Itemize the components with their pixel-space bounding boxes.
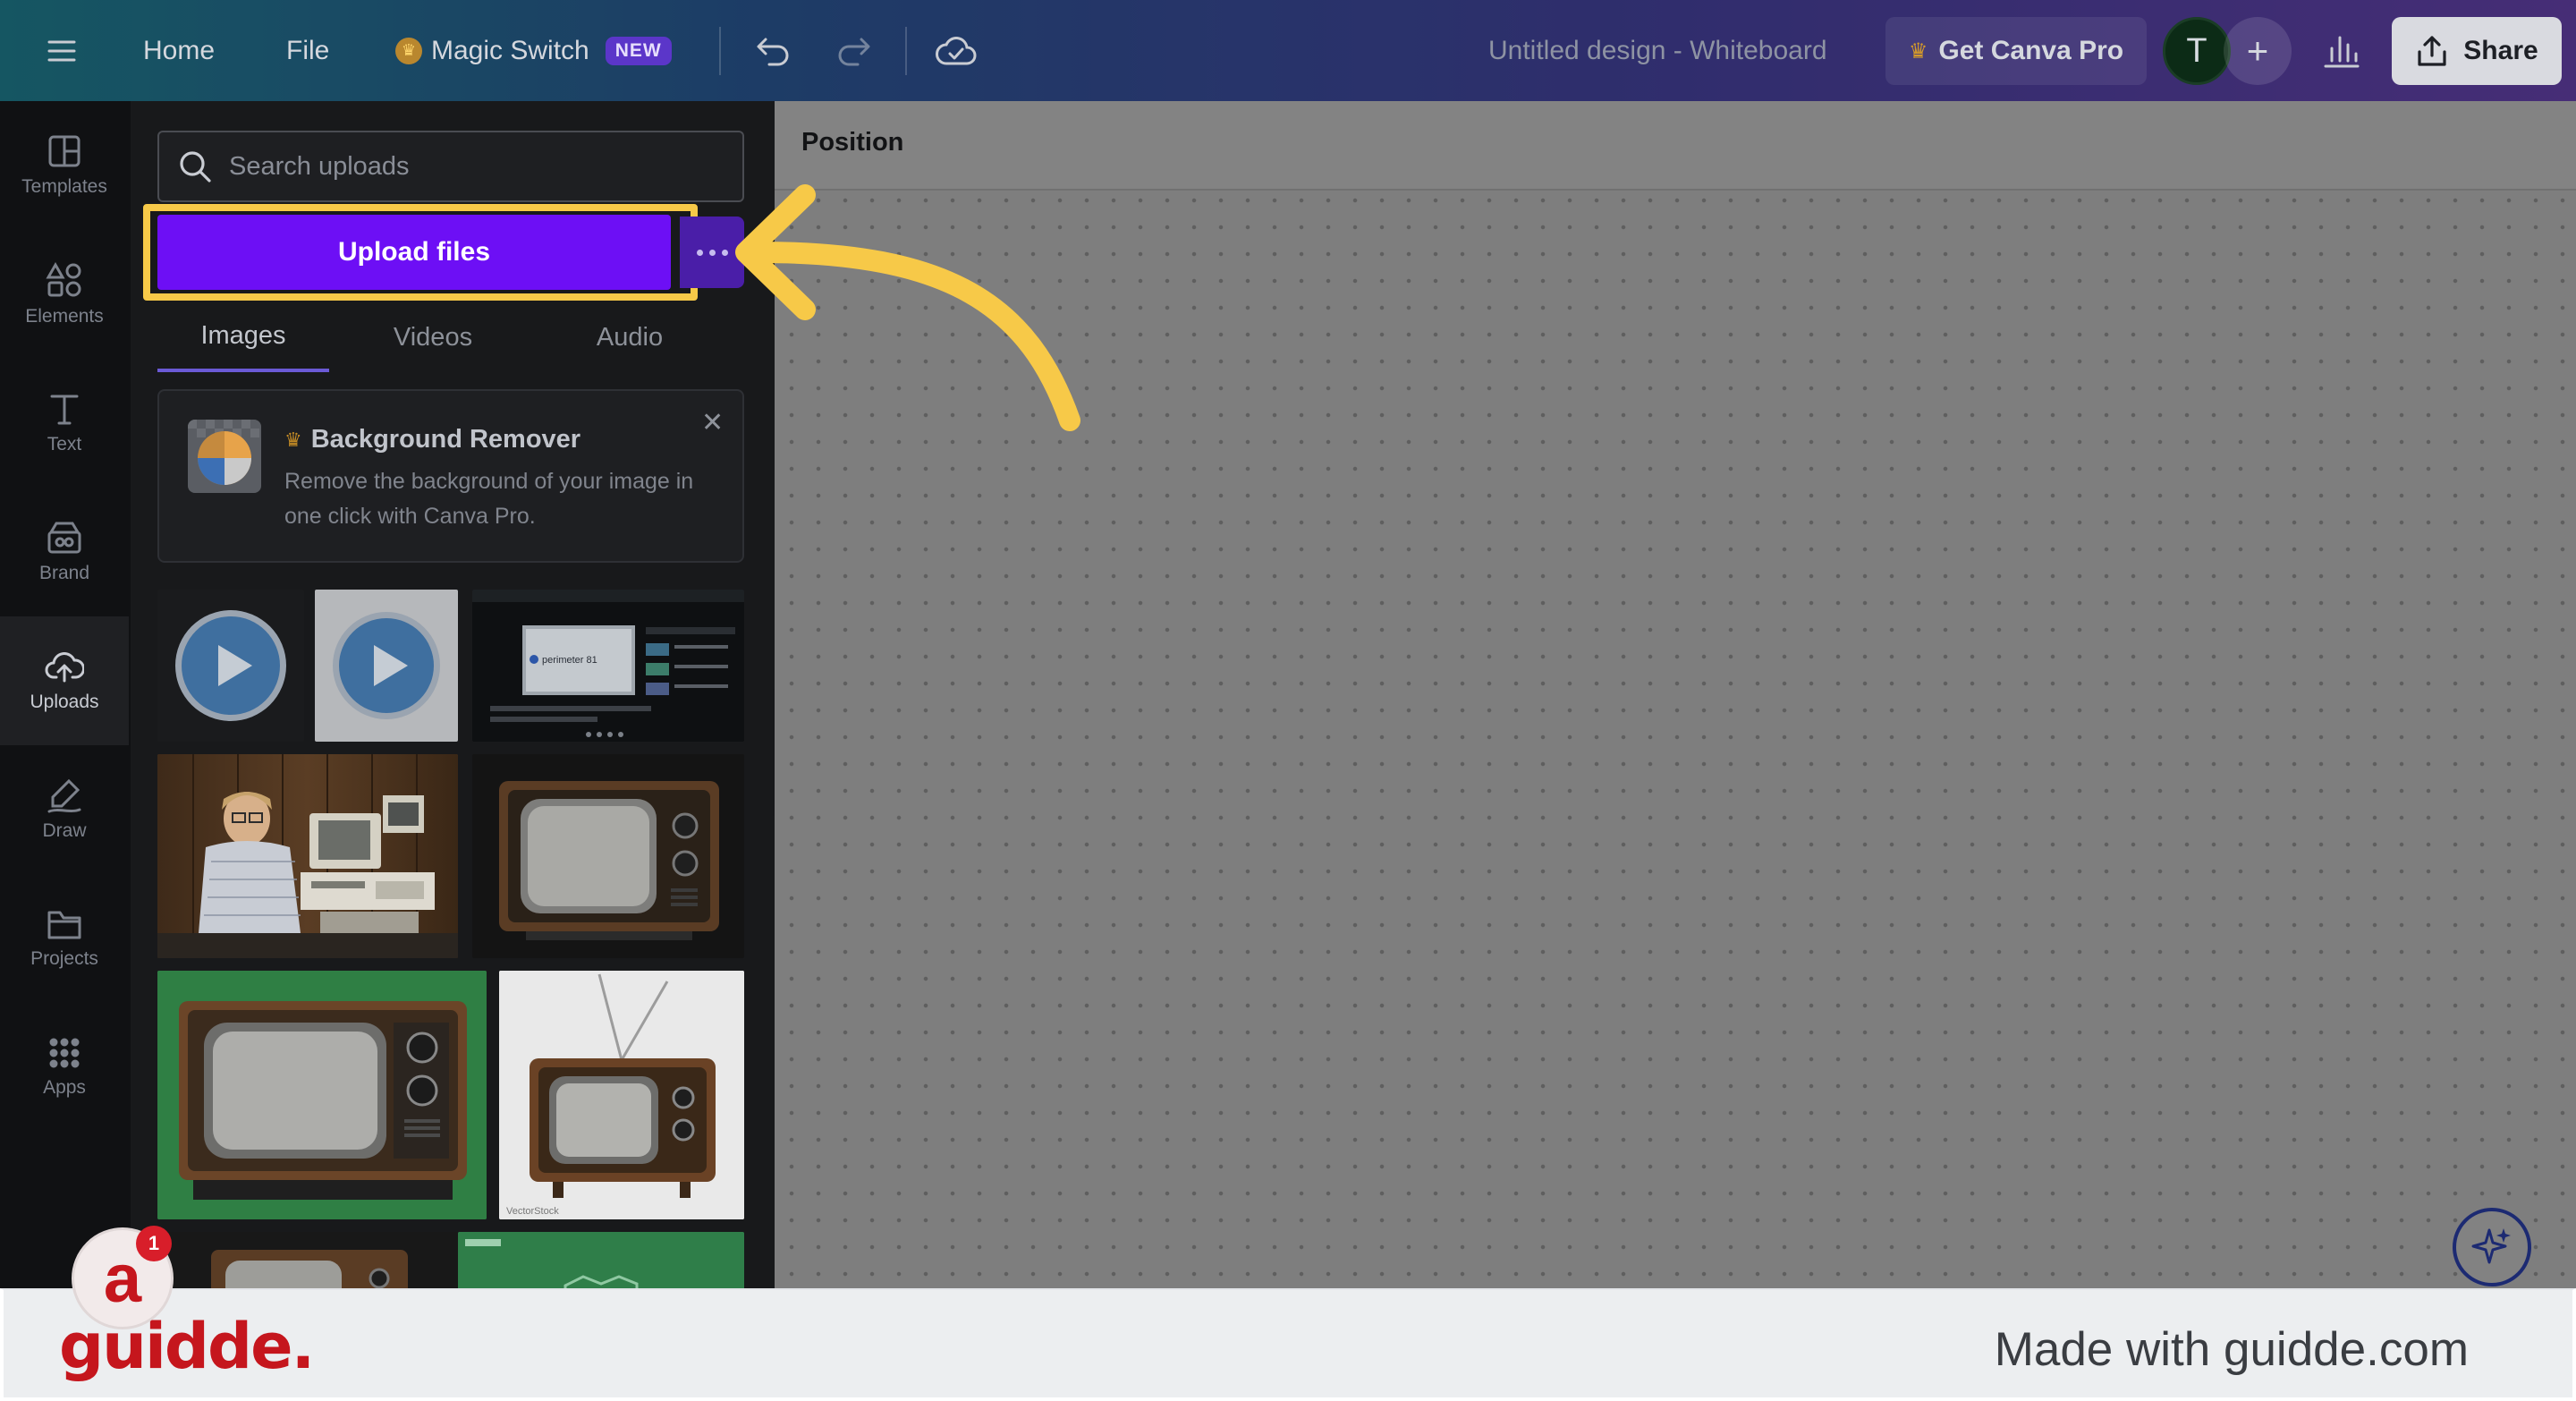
redo-icon[interactable] <box>836 0 876 101</box>
cloud-saved-icon[interactable] <box>935 0 978 101</box>
magic-switch-menu[interactable]: ♛ Magic Switch NEW <box>395 0 672 101</box>
uploads-panel: Upload files Images Videos Audio ♛ Backg… <box>131 101 773 1288</box>
left-rail: Templates Elements Text Brand Uploads Dr… <box>0 101 131 1288</box>
add-collaborator-icon[interactable]: + <box>2224 17 2292 85</box>
user-avatar[interactable]: T <box>2163 17 2231 85</box>
crown-icon: ♛ <box>1908 38 1928 64</box>
rail-item-text[interactable]: Text <box>0 359 129 488</box>
beach-ball-image <box>188 420 261 493</box>
draw-icon <box>47 778 81 813</box>
rail-item-templates[interactable]: Templates <box>0 101 129 230</box>
uploaded-image-green-graphic[interactable] <box>458 1232 744 1288</box>
crown-icon: ♛ <box>395 37 422 64</box>
made-with-text: Made with guidde.com <box>1994 1323 2469 1376</box>
uploaded-image-perimeter-screenshot[interactable]: perimeter 81 <box>472 590 744 742</box>
uploaded-image-play-button-1[interactable] <box>157 590 304 742</box>
rail-item-uploads[interactable]: Uploads <box>0 616 129 745</box>
uploaded-image-retro-tv-antenna[interactable]: VectorStock <box>499 971 744 1219</box>
rail-item-apps[interactable]: Apps <box>0 1003 129 1132</box>
file-menu[interactable]: File <box>286 0 329 101</box>
rail-item-projects[interactable]: Projects <box>0 874 129 1003</box>
upload-cloud-icon <box>45 652 84 683</box>
rail-label: Uploads <box>30 692 99 712</box>
rail-label: Draw <box>42 820 87 841</box>
promo-title: ♛ Background Remover <box>284 425 580 454</box>
get-canva-pro-label: Get Canva Pro <box>1938 36 2124 65</box>
divider <box>719 27 721 75</box>
rail-label: Elements <box>25 306 104 327</box>
uploaded-image-retro-tv-partial[interactable] <box>157 1232 458 1288</box>
annotation-arrow <box>735 184 1080 431</box>
position-button[interactable]: Position <box>801 128 903 157</box>
hamburger-menu-icon[interactable] <box>47 0 77 101</box>
share-button[interactable]: Share <box>2392 17 2562 85</box>
new-badge: NEW <box>605 36 672 65</box>
background-remover-promo[interactable]: ♛ Background Remover Remove the backgrou… <box>157 389 744 563</box>
insights-chart-icon[interactable] <box>2322 0 2361 101</box>
share-label: Share <box>2463 36 2538 65</box>
uploaded-image-retro-tv-green[interactable] <box>157 971 487 1219</box>
get-canva-pro-button[interactable]: ♛ Get Canva Pro <box>1885 17 2147 85</box>
tab-audio[interactable]: Audio <box>551 302 708 372</box>
rail-label: Brand <box>38 563 90 583</box>
templates-icon <box>48 135 80 167</box>
guidde-footer: guidde. Made with guidde.com <box>0 1288 2576 1401</box>
rail-item-brand[interactable]: Brand <box>0 488 129 616</box>
magic-sparkle-icon[interactable] <box>2453 1208 2531 1286</box>
uploaded-image-retro-tv-dark[interactable] <box>472 754 744 958</box>
media-tabs: Images Videos Audio <box>157 302 744 374</box>
magic-switch-label: Magic Switch <box>431 35 589 65</box>
search-uploads-field[interactable] <box>157 131 744 202</box>
search-icon <box>180 151 211 183</box>
tab-images[interactable]: Images <box>157 302 329 372</box>
vectorstock-watermark: VectorStock <box>506 1206 559 1217</box>
perimeter-text: perimeter 81 <box>542 655 597 666</box>
elements-icon <box>46 261 81 297</box>
rail-item-elements[interactable]: Elements <box>0 230 129 359</box>
rail-label: Templates <box>21 176 107 197</box>
divider <box>905 27 907 75</box>
promo-title-text: Background Remover <box>310 425 581 454</box>
rail-item-draw[interactable]: Draw <box>0 745 129 874</box>
tab-videos[interactable]: Videos <box>354 302 512 372</box>
uploaded-image-retro-computer-photo[interactable] <box>157 754 458 958</box>
brand-icon <box>47 522 81 554</box>
undo-icon[interactable] <box>751 0 791 101</box>
document-title[interactable]: Untitled design - Whiteboard <box>1488 0 1827 101</box>
uploaded-image-play-button-2[interactable] <box>315 590 458 742</box>
home-menu[interactable]: Home <box>143 0 215 101</box>
promo-description: Remove the background of your image in o… <box>284 469 694 529</box>
notification-count-badge: 1 <box>136 1226 172 1261</box>
share-upload-icon <box>2418 36 2446 66</box>
rail-label: Apps <box>43 1077 86 1098</box>
top-bar: Home File ♛ Magic Switch NEW Untitled de… <box>0 0 2576 101</box>
apps-grid-icon <box>49 1038 80 1068</box>
text-icon <box>50 395 79 425</box>
search-input[interactable] <box>229 151 712 182</box>
crown-icon: ♛ <box>284 428 302 451</box>
upload-files-button[interactable]: Upload files <box>157 215 671 290</box>
rail-label: Text <box>47 434 82 454</box>
folder-icon <box>47 911 81 939</box>
rail-label: Projects <box>30 948 98 969</box>
